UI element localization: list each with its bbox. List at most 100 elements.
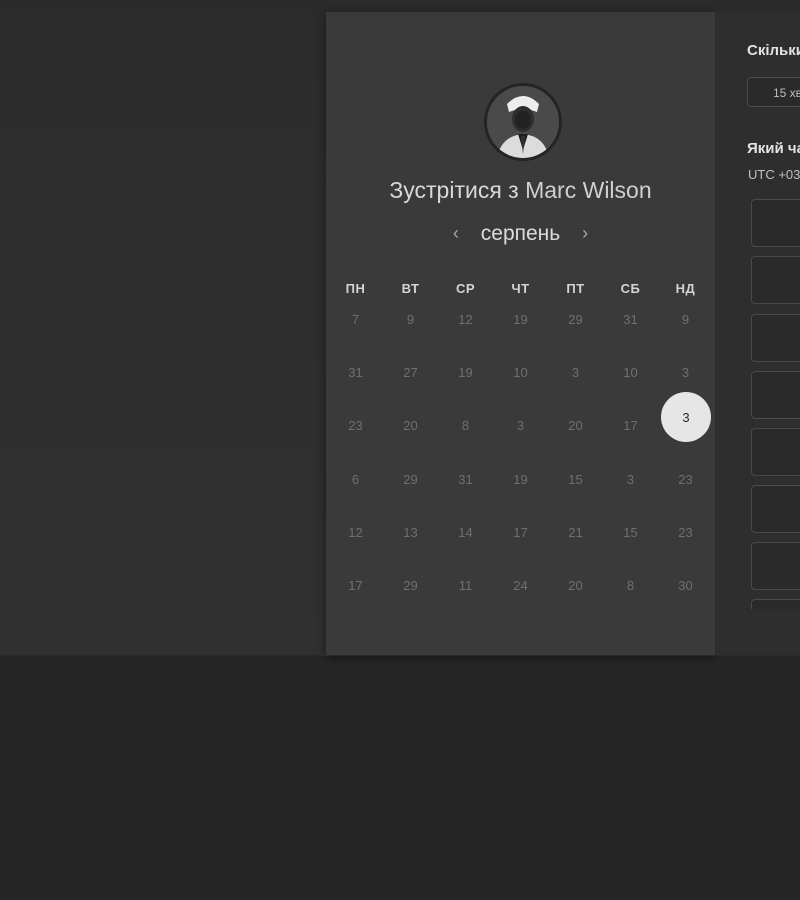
calendar-day[interactable]: 15 bbox=[603, 525, 658, 578]
calendar-day[interactable]: 19 bbox=[493, 312, 548, 365]
time-slot[interactable] bbox=[751, 199, 800, 247]
calendar-day[interactable]: 21 bbox=[548, 525, 603, 578]
calendar-day-number: 3 bbox=[571, 365, 580, 381]
calendar-day-number: 17 bbox=[513, 524, 528, 540]
time-slot[interactable] bbox=[751, 542, 800, 590]
calendar-day[interactable]: 3 bbox=[603, 472, 658, 525]
calendar-day-number: 13 bbox=[403, 524, 418, 540]
time-slot[interactable] bbox=[751, 371, 800, 419]
calendar-day[interactable]: 3 bbox=[548, 365, 603, 418]
top-strip bbox=[0, 0, 800, 12]
calendar-day-number: 8 bbox=[626, 577, 635, 593]
calendar-day[interactable]: 11 bbox=[438, 578, 493, 631]
calendar-day-number: 10 bbox=[513, 365, 528, 381]
calendar-day[interactable]: 10 bbox=[493, 365, 548, 418]
calendar-day[interactable]: 29 bbox=[548, 312, 603, 365]
calendar-day[interactable]: 10 bbox=[603, 365, 658, 418]
calendar-day-number: 20 bbox=[568, 418, 583, 434]
calendar-day[interactable]: 14 bbox=[438, 525, 493, 578]
time-slot[interactable] bbox=[751, 314, 800, 362]
calendar-day-number: 23 bbox=[678, 524, 693, 540]
calendar-day-number: 3 bbox=[681, 365, 690, 381]
calendar-day[interactable]: 31 bbox=[603, 312, 658, 365]
weekday-label: СР bbox=[455, 281, 476, 296]
weekday-label: ЧТ bbox=[511, 281, 530, 296]
month-navigation: ‹ серпень › bbox=[326, 222, 715, 246]
calendar-day-number: 12 bbox=[458, 312, 473, 327]
page: Зустрітися з Marc Wilson ‹ серпень › ПН В… bbox=[0, 0, 800, 900]
calendar-day[interactable]: 9 bbox=[383, 312, 438, 365]
calendar-day[interactable]: 12 bbox=[328, 525, 383, 578]
calendar-day[interactable]: 29 bbox=[383, 578, 438, 631]
time-slot[interactable] bbox=[751, 256, 800, 304]
time-slot[interactable] bbox=[751, 599, 800, 609]
calendar-day[interactable]: 27 bbox=[383, 365, 438, 418]
calendar-day[interactable]: 20 bbox=[548, 578, 603, 631]
month-label: серпень bbox=[480, 222, 561, 245]
calendar-day[interactable]: 17 bbox=[603, 418, 658, 471]
duration-heading: Скільки bbox=[747, 42, 800, 59]
calendar-day[interactable]: 6 bbox=[328, 472, 383, 525]
calendar-day[interactable]: 13 bbox=[383, 525, 438, 578]
calendar-day-number: 19 bbox=[513, 471, 528, 487]
calendar-day[interactable]: 23 bbox=[328, 418, 383, 471]
calendar-day[interactable]: 8 bbox=[438, 418, 493, 471]
avatar-portrait-icon bbox=[487, 86, 559, 158]
calendar-day-number: 27 bbox=[403, 365, 418, 381]
calendar-day[interactable]: 19 bbox=[493, 472, 548, 525]
calendar-day-number: 29 bbox=[568, 312, 583, 327]
calendar-day[interactable]: 31 bbox=[438, 472, 493, 525]
calendar-day[interactable]: 7 bbox=[328, 312, 383, 365]
calendar-day[interactable]: 23 bbox=[658, 472, 713, 525]
calendar-day-number: 20 bbox=[403, 418, 418, 434]
duration-select[interactable]: 15 хв bbox=[747, 77, 800, 107]
calendar-day-number: 23 bbox=[678, 471, 693, 487]
calendar-day[interactable]: 8 bbox=[603, 578, 658, 631]
calendar-day[interactable]: 31 bbox=[328, 365, 383, 418]
host-name: Marc Wilson bbox=[525, 177, 652, 203]
calendar-day[interactable]: 19 bbox=[438, 365, 493, 418]
meeting-title: Зустрітися з Marc Wilson bbox=[326, 177, 715, 204]
timezone-label[interactable]: UTC +03 bbox=[748, 167, 800, 182]
weekday-label: НД bbox=[675, 281, 696, 296]
time-slot[interactable] bbox=[751, 428, 800, 476]
calendar-day-number: 17 bbox=[348, 577, 363, 593]
chevron-right-icon[interactable]: › bbox=[570, 223, 600, 244]
calendar-day-number: 20 bbox=[568, 577, 583, 593]
selected-day-number: 3 bbox=[682, 409, 690, 425]
calendar-day-number: 31 bbox=[458, 471, 473, 487]
time-slot[interactable] bbox=[751, 485, 800, 533]
calendar-day-number: 10 bbox=[623, 365, 638, 381]
footer-divider bbox=[0, 655, 800, 656]
calendar-day-number: 24 bbox=[513, 577, 528, 593]
calendar-day[interactable]: 30 bbox=[658, 578, 713, 631]
calendar-day[interactable]: 9 bbox=[658, 312, 713, 365]
calendar-day-number: 11 bbox=[458, 577, 473, 593]
calendar-day-number: 30 bbox=[678, 577, 693, 593]
calendar-day[interactable]: 17 bbox=[328, 578, 383, 631]
calendar-day-number: 23 bbox=[348, 418, 363, 434]
calendar-day-number: 15 bbox=[623, 524, 638, 540]
calendar-day[interactable]: 17 bbox=[493, 525, 548, 578]
calendar-day[interactable]: 29 bbox=[383, 472, 438, 525]
weekday-label: СБ bbox=[620, 281, 641, 296]
calendar-day-number: 8 bbox=[461, 418, 470, 434]
calendar-day-number: 9 bbox=[406, 312, 415, 327]
calendar-day-number: 3 bbox=[516, 418, 525, 434]
chevron-left-icon[interactable]: ‹ bbox=[441, 223, 471, 244]
calendar-day[interactable]: 12 bbox=[438, 312, 493, 365]
weekday-label: ВТ bbox=[401, 281, 420, 296]
calendar-day[interactable]: 24 bbox=[493, 578, 548, 631]
side-panel: Скільки 15 хв Який ча UTC +03 bbox=[715, 12, 800, 656]
calendar-day-number: 7 bbox=[351, 312, 360, 327]
selected-day[interactable]: 3 bbox=[661, 392, 711, 442]
calendar-day[interactable]: 15 bbox=[548, 472, 603, 525]
calendar-day[interactable]: 23 bbox=[658, 525, 713, 578]
calendar-day[interactable]: 3 bbox=[493, 418, 548, 471]
calendar-day-number: 15 bbox=[568, 471, 583, 487]
calendar-day[interactable]: 20 bbox=[383, 418, 438, 471]
meeting-title-prefix: Зустрітися з bbox=[389, 177, 519, 203]
calendar-day[interactable]: 20 bbox=[548, 418, 603, 471]
weekday-label: ПТ bbox=[566, 281, 585, 296]
calendar-day-number: 17 bbox=[623, 418, 638, 434]
